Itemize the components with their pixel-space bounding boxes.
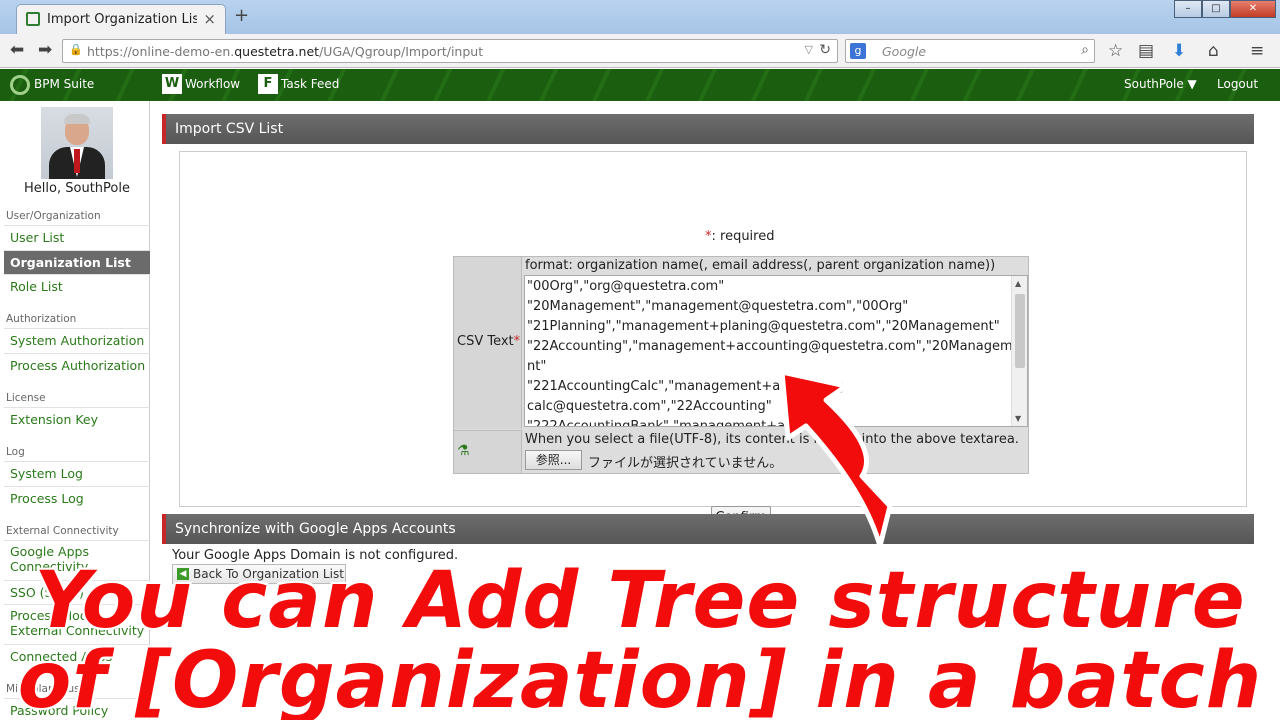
browse-button[interactable]: 参照... [525, 450, 582, 470]
sidebar-item-role-list[interactable]: Role List [4, 274, 150, 298]
file-note: When you select a file(UTF-8), its conte… [525, 432, 1019, 447]
section-license: License [6, 392, 46, 404]
import-panel-title: Import CSV List [162, 114, 1254, 144]
logout-link[interactable]: Logout [1217, 77, 1258, 91]
lock-icon: 🔒 [69, 43, 83, 56]
address-bar[interactable]: 🔒 https://online-demo-en.questetra.net/U… [62, 39, 838, 63]
csv-form-table: CSV Text* ⚗ format: organization name(, … [453, 256, 1029, 474]
flask-icon: ⚗ [457, 443, 470, 459]
brand-label: BPM Suite [34, 77, 95, 91]
download-icon[interactable]: ⬇ [1172, 41, 1186, 61]
search-icon[interactable]: ⌕ [1081, 42, 1089, 58]
scroll-down-icon[interactable]: ▼ [1015, 414, 1021, 423]
browser-tabbar: Import Organization Lis... × + – □ ✕ [0, 0, 1280, 34]
reading-list-icon[interactable]: ▤ [1138, 41, 1154, 61]
sync-panel-title: Synchronize with Google Apps Accounts [162, 514, 1254, 544]
new-tab-icon[interactable]: + [234, 5, 249, 26]
section-authorization: Authorization [6, 313, 77, 325]
maximize-icon[interactable]: □ [1202, 0, 1230, 18]
workflow-icon: W [162, 74, 182, 94]
promo-line-1: You can Add Tree structure [32, 554, 1246, 648]
scroll-up-icon[interactable]: ▲ [1015, 279, 1021, 288]
section-log: Log [6, 446, 25, 458]
favicon-icon [26, 12, 40, 26]
url-text: https://online-demo-en.questetra.net/UGA… [87, 44, 484, 59]
reload-icon[interactable]: ↻ [819, 42, 831, 58]
promo-line-2: of [Organization] in a batch [16, 634, 1264, 720]
browser-navbar: ⬅ ➡ 🔒 https://online-demo-en.questetra.n… [0, 34, 1280, 68]
sidebar-item-system-authorization[interactable]: System Authorization [4, 328, 150, 352]
menu-icon[interactable]: ≡ [1250, 41, 1264, 61]
bpm-logo-icon [10, 75, 30, 95]
task-feed-link[interactable]: Task Feed [281, 77, 339, 91]
home-icon[interactable]: ⌂ [1208, 41, 1219, 61]
sidebar-item-process-authorization[interactable]: Process Authorization [4, 353, 150, 377]
tab-title: Import Organization Lis... [47, 12, 197, 27]
forward-icon[interactable]: ➡ [38, 40, 52, 60]
import-box: *: required CSV Text* ⚗ format: organiza… [179, 151, 1247, 530]
hello-text: Hello, SouthPole [24, 181, 130, 196]
sidebar-item-user-list[interactable]: User List [4, 225, 150, 249]
bookmark-star-icon[interactable]: ☆ [1108, 41, 1123, 61]
task-feed-icon: F [258, 74, 278, 94]
sidebar-item-organization-list[interactable]: Organization List [4, 250, 150, 274]
user-menu[interactable]: SouthPole ▼ [1124, 77, 1197, 91]
browser-tab[interactable]: Import Organization Lis... × [16, 4, 226, 34]
sidebar-item-extension-key[interactable]: Extension Key [4, 407, 150, 431]
window-controls: – □ ✕ [1174, 0, 1276, 18]
csv-textarea[interactable]: "00Org","org@questetra.com" "20Managemen… [524, 275, 1028, 427]
no-file-text: ファイルが選択されていません。 [588, 456, 783, 471]
textarea-scrollbar[interactable]: ▲ ▼ [1011, 276, 1027, 426]
csv-text-label: CSV Text* [457, 334, 521, 349]
window-close-icon[interactable]: ✕ [1230, 0, 1276, 18]
tab-close-icon[interactable]: × [203, 10, 216, 28]
url-dropdown-icon[interactable]: ▽ [805, 43, 813, 56]
sidebar-item-process-log[interactable]: Process Log [4, 486, 150, 510]
workflow-link[interactable]: Workflow [185, 77, 240, 91]
app-header: BPM Suite W Workflow F Task Feed SouthPo… [0, 69, 1280, 101]
csv-lines: "00Org","org@questetra.com" "20Managemen… [527, 279, 1013, 427]
sidebar-item-system-log[interactable]: System Log [4, 461, 150, 485]
back-icon[interactable]: ⬅ [10, 40, 24, 60]
search-placeholder: Google [882, 44, 927, 59]
section-user-org: User/Organization [6, 210, 101, 222]
search-box[interactable]: g Google ⌕ [845, 39, 1095, 63]
google-icon: g [850, 43, 866, 59]
minimize-icon[interactable]: – [1174, 0, 1202, 18]
required-note: *: required [705, 229, 775, 244]
format-hint: format: organization name(, email addres… [525, 258, 996, 273]
avatar [41, 107, 113, 179]
section-external: External Connectivity [6, 525, 119, 537]
